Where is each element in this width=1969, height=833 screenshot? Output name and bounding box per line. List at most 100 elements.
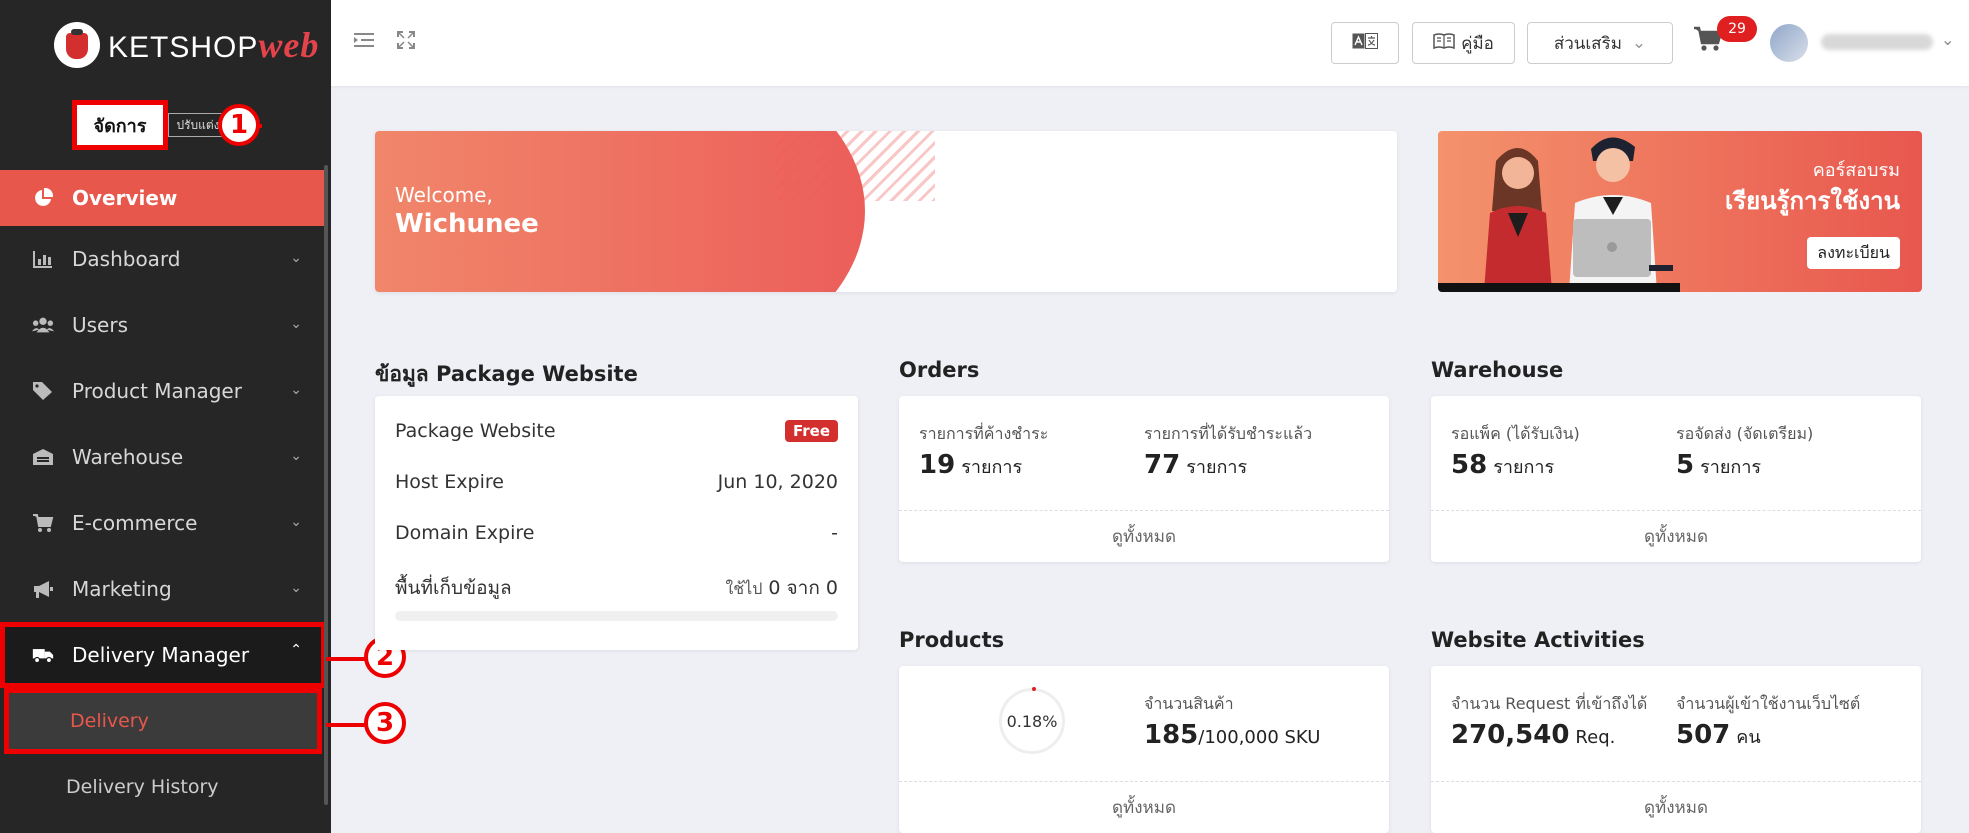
sidebar-item-label: Marketing [72, 577, 172, 601]
top-header: คู่มือ ส่วนเสริม ⌄ 29 ⌄ [331, 0, 1969, 86]
tab-manage[interactable]: จัดการ [72, 100, 168, 150]
chevron-down-icon: ⌄ [290, 382, 302, 398]
fullscreen-icon[interactable] [397, 30, 415, 54]
sidebar-item-overview[interactable]: Overview [0, 170, 326, 226]
truck-icon [32, 644, 54, 666]
sidebar-scrollbar[interactable] [324, 165, 328, 805]
orders-paid-label: รายการที่ได้รับชำระแล้ว [1144, 424, 1313, 443]
package-card: Package Website Free Host Expire Jun 10,… [375, 396, 858, 650]
chevron-down-icon: ⌄ [290, 316, 302, 332]
products-section-title: Products [899, 628, 1005, 652]
domain-expire-label: Domain Expire [395, 522, 535, 544]
woman-illustration [1484, 148, 1552, 291]
sidebar-item-product-manager[interactable]: Product Manager ⌄ [0, 358, 326, 424]
host-expire-value: Jun 10, 2020 [717, 471, 838, 493]
domain-expire-value: - [831, 522, 838, 544]
chevron-down-icon: ⌄ [290, 514, 302, 530]
warehouse-section-title: Warehouse [1431, 358, 1564, 382]
products-card: 0.18% จำนวนสินค้า 185/100,000 SKU ดูทั้ง… [899, 666, 1389, 833]
product-usage-ring: 0.18% [999, 687, 1065, 754]
orders-pending-label: รายการที่ค้างชำระ [919, 424, 1049, 443]
host-expire-label: Host Expire [395, 471, 504, 493]
storage-value: ใช้ไป 0 จาก 0 [725, 577, 838, 599]
welcome-user-name: Wichunee [395, 209, 539, 239]
sidebar-item-users[interactable]: Users ⌄ [0, 292, 326, 358]
orders-section-title: Orders [899, 358, 980, 382]
register-button[interactable]: ลงทะเบียน [1807, 237, 1900, 269]
avatar[interactable] [1770, 24, 1808, 62]
domain-expire-row: Domain Expire - [395, 522, 838, 544]
storage-progress-bar [395, 611, 838, 621]
manual-button[interactable]: คู่มือ [1412, 22, 1515, 64]
chevron-down-icon: ⌄ [290, 250, 302, 266]
user-name-blurred[interactable] [1821, 34, 1933, 50]
activities-section-title: Website Activities [1431, 628, 1645, 652]
storage-row: พื้นที่เก็บข้อมูล ใช้ไป 0 จาก 0 [395, 573, 838, 603]
sidebar-item-warehouse[interactable]: Warehouse ⌄ [0, 424, 326, 490]
sidebar: KETSHOPweb ปรับแต่ง จัดการ Overview Dash… [0, 0, 331, 833]
addons-dropdown[interactable]: ส่วนเสริม ⌄ [1527, 22, 1673, 64]
cart-icon [32, 512, 54, 534]
brand-name: KETSHOPweb [108, 25, 320, 65]
storage-label: พื้นที่เก็บข้อมูล [395, 577, 512, 599]
sidebar-nav: Overview Dashboard ⌄ Users ⌄ Product Man… [0, 170, 326, 820]
callout-connector [326, 723, 368, 727]
brand-logo[interactable]: KETSHOPweb [54, 20, 319, 70]
mode-tabs: ปรับแต่ง จัดการ [72, 100, 232, 150]
orders-view-all-link[interactable]: ดูทั้งหมด [899, 510, 1389, 562]
package-label: Package Website [395, 420, 556, 442]
cart-count-badge: 29 [1717, 16, 1757, 42]
sidebar-item-label: E-commerce [72, 511, 198, 535]
sidebar-item-delivery-manager[interactable]: Delivery Manager ⌃ [0, 622, 326, 688]
callout-marker: 3 [364, 702, 406, 744]
chevron-down-icon[interactable]: ⌄ [1941, 30, 1954, 49]
warehouse-shipping-label: รอจัดส่ง (จัดเตรียม) [1676, 424, 1814, 443]
tag-icon [32, 380, 54, 402]
activities-view-all-link[interactable]: ดูทั้งหมด [1431, 781, 1921, 833]
sidebar-item-marketing[interactable]: Marketing ⌄ [0, 556, 326, 622]
sidebar-item-label: Product Manager [72, 379, 242, 403]
collapse-menu-icon[interactable] [353, 30, 375, 54]
man-illustration [1569, 137, 1673, 292]
chevron-down-icon: ⌄ [290, 448, 302, 464]
sidebar-item-label: Users [72, 313, 129, 337]
warehouse-shipping-value: 5 รายการ [1676, 450, 1762, 480]
sidebar-item-label: Delivery Manager [72, 643, 250, 667]
warehouse-view-all-link[interactable]: ดูทั้งหมด [1431, 510, 1921, 562]
manual-label: คู่มือ [1461, 33, 1494, 54]
products-view-all-link[interactable]: ดูทั้งหมด [899, 781, 1389, 833]
course-title: เรียนรู้การใช้งาน [1725, 187, 1900, 215]
chevron-down-icon: ⌄ [1631, 33, 1647, 53]
callout-connector [326, 657, 368, 661]
requests-label: จำนวน Request ที่เข้าถึงได้ [1451, 694, 1648, 713]
warehouse-card: รอแพ็ค (ได้รับเงิน) 58 รายการ รอจัดส่ง (จ… [1431, 396, 1921, 562]
users-icon [32, 314, 54, 336]
sidebar-item-label: Overview [72, 186, 178, 210]
orders-card: รายการที่ค้างชำระ 19 รายการ รายการที่ได้ร… [899, 396, 1389, 562]
translate-button[interactable] [1331, 22, 1399, 64]
welcome-banner: Welcome, Wichunee [375, 131, 1397, 292]
sidebar-subitem-delivery[interactable]: Delivery [4, 688, 322, 754]
product-usage-percent: 0.18% [1006, 711, 1058, 731]
course-banner[interactable]: คอร์สอบรม เรียนรู้การใช้งาน ลงทะเบียน [1438, 131, 1922, 292]
orders-pending-value: 19 รายการ [919, 450, 1023, 480]
activities-card: จำนวน Request ที่เข้าถึงได้ 270,540 Req. … [1431, 666, 1921, 833]
warehouse-icon [32, 446, 54, 468]
book-icon [1433, 32, 1455, 54]
sidebar-item-label: Dashboard [72, 247, 181, 271]
orders-paid-value: 77 รายการ [1144, 450, 1248, 480]
pie-chart-icon [32, 187, 54, 209]
warehouse-packing-label: รอแพ็ค (ได้รับเงิน) [1451, 424, 1580, 443]
banner-stripes [775, 131, 935, 201]
bar-chart-icon [32, 248, 54, 270]
sidebar-subitem-delivery-history[interactable]: Delivery History [0, 754, 326, 820]
requests-value: 270,540 Req. [1451, 720, 1616, 750]
floor-line [1438, 283, 1680, 292]
sidebar-item-dashboard[interactable]: Dashboard ⌄ [0, 226, 326, 292]
host-expire-row: Host Expire Jun 10, 2020 [395, 471, 838, 493]
addons-label: ส่วนเสริม [1553, 33, 1622, 54]
translate-icon [1352, 32, 1378, 54]
sidebar-item-ecommerce[interactable]: E-commerce ⌄ [0, 490, 326, 556]
megaphone-icon [32, 578, 54, 600]
welcome-greeting: Welcome, [395, 183, 493, 207]
